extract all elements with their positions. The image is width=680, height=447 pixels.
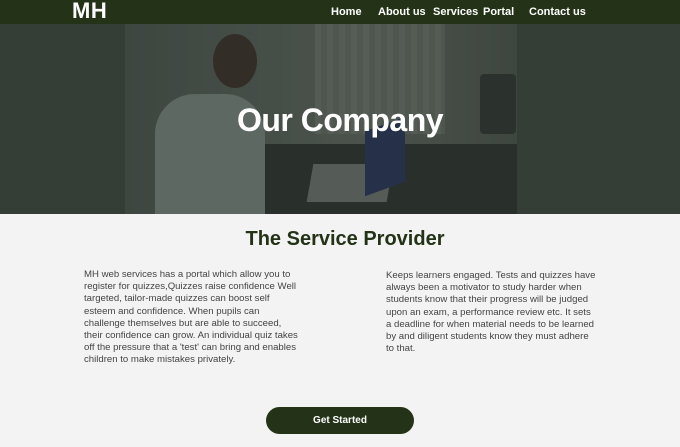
section-title: The Service Provider	[245, 228, 445, 250]
nav-services-link[interactable]: Services	[433, 6, 478, 18]
hero-title: Our Company	[236, 102, 444, 138]
about-paragraph-left: MH web services has a portal which allow…	[84, 269, 298, 366]
get-started-button[interactable]: Get Started	[266, 407, 414, 434]
about-paragraph-right: Keeps learners engaged. Tests and quizze…	[386, 270, 596, 355]
nav-home-link[interactable]: Home	[331, 6, 362, 18]
nav-about-link[interactable]: About us	[378, 6, 426, 18]
site-logo[interactable]: MH	[72, 0, 107, 24]
nav-contact-link[interactable]: Contact us	[529, 6, 586, 18]
top-navbar: MH Home About us Services Portal Contact…	[0, 0, 680, 24]
nav-portal-link[interactable]: Portal	[483, 6, 514, 18]
hero-banner: Our Company	[0, 24, 680, 214]
